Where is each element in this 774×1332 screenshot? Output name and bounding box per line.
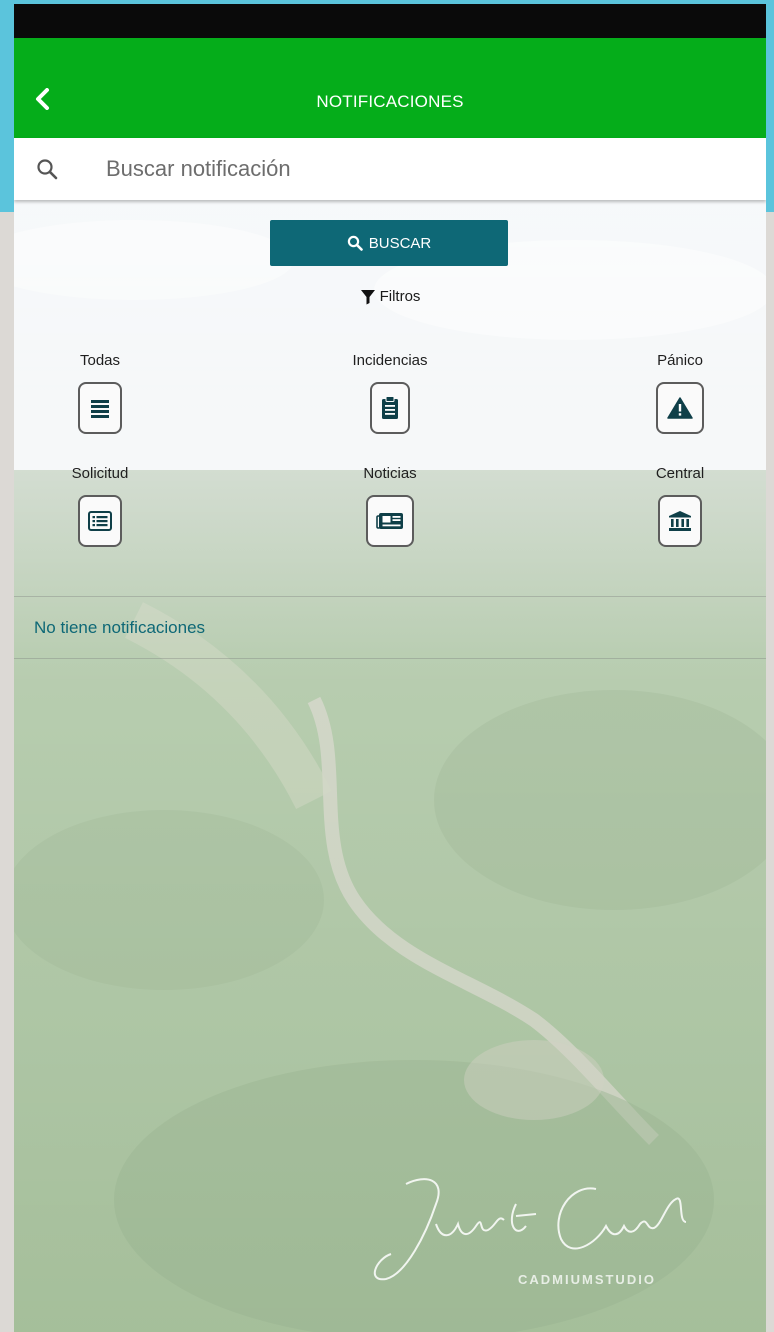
- category-noticias-button[interactable]: [366, 495, 414, 547]
- category-incidencias-button[interactable]: [370, 382, 410, 434]
- app-bar: NOTIFICACIONES: [14, 38, 766, 138]
- category-panico: Pánico: [620, 352, 740, 434]
- notifications-content: BUSCAR Filtros Todas Incidencias Pánico …: [14, 200, 766, 1332]
- filtros-toggle[interactable]: Filtros: [14, 288, 766, 305]
- list-alt-icon: [88, 511, 112, 531]
- category-label: Pánico: [657, 352, 703, 369]
- category-todas: Todas: [40, 352, 160, 434]
- category-label: Solicitud: [71, 465, 129, 482]
- category-noticias: Noticias: [330, 465, 450, 547]
- bank-icon: [669, 511, 691, 531]
- category-label: Incidencias: [352, 352, 428, 369]
- category-label: Central: [655, 465, 705, 482]
- category-todas-button[interactable]: [78, 382, 122, 434]
- category-label: Noticias: [363, 465, 417, 482]
- category-solicitud: Solicitud: [40, 465, 160, 547]
- list-icon: [91, 400, 109, 418]
- divider: [14, 596, 766, 597]
- category-central: Central: [620, 465, 740, 547]
- buscar-button-label: BUSCAR: [368, 234, 432, 252]
- filter-icon: [360, 289, 375, 304]
- category-solicitud-button[interactable]: [78, 495, 122, 547]
- search-input[interactable]: [106, 152, 726, 186]
- category-incidencias: Incidencias: [330, 352, 450, 434]
- filtros-label: Filtros: [379, 288, 421, 305]
- clipboard-icon: [382, 396, 398, 419]
- studio-watermark: CADMIUMSTUDIO: [518, 1272, 656, 1287]
- search-icon: [347, 235, 363, 251]
- category-label: Todas: [79, 352, 121, 369]
- empty-notifications-message: No tiene notificaciones: [34, 618, 206, 637]
- phone-screen: NOTIFICACIONES Buscar notificación BUSCA…: [14, 4, 766, 1332]
- category-panico-button[interactable]: [656, 382, 704, 434]
- page-title: NOTIFICACIONES: [316, 92, 464, 111]
- category-central-button[interactable]: [658, 495, 702, 547]
- search-bar: [14, 138, 766, 200]
- newspaper-icon: [376, 513, 403, 529]
- warning-icon: [667, 397, 693, 419]
- buscar-button[interactable]: BUSCAR: [270, 220, 508, 266]
- status-bar: [14, 4, 766, 38]
- search-icon: [37, 159, 58, 180]
- divider: [14, 658, 766, 659]
